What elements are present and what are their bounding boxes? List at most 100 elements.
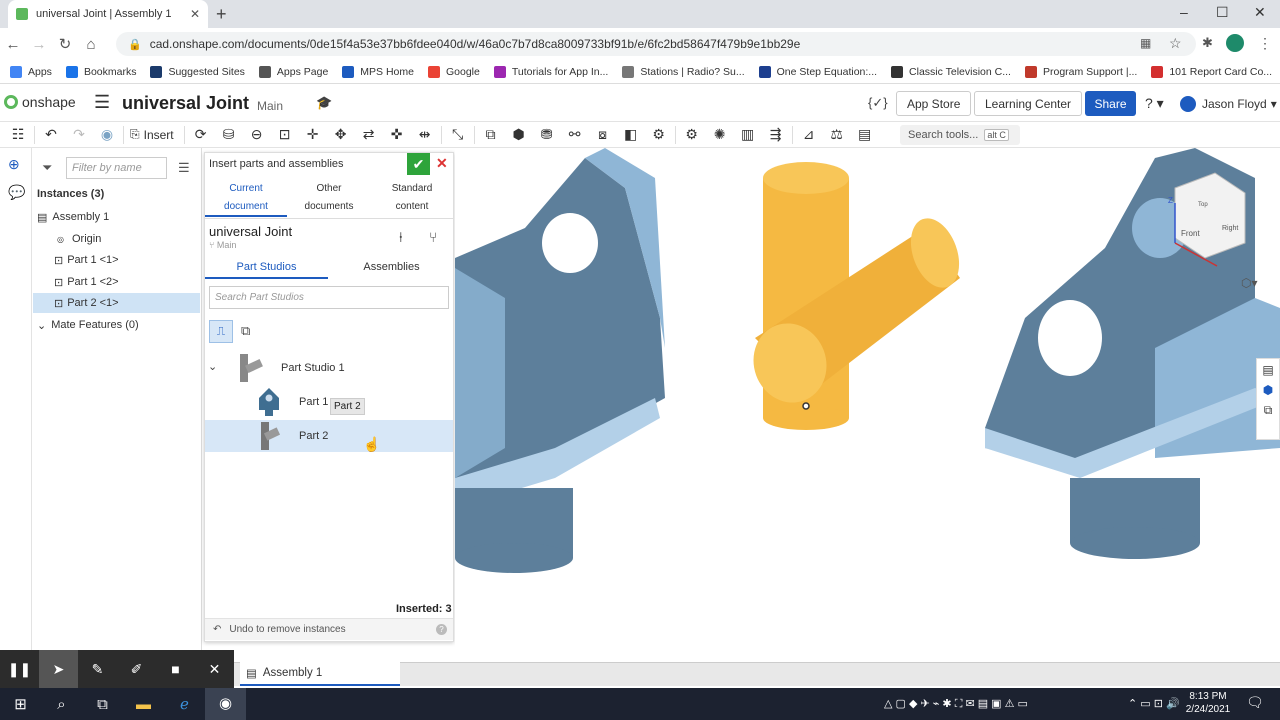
composite-view-icon[interactable]: ⧉ bbox=[241, 323, 250, 339]
tab-standard-content[interactable]: Standard content bbox=[371, 180, 453, 216]
tree-item-part1-2[interactable]: ⊡ Part 1 <2> bbox=[54, 275, 119, 289]
mate-connector-icon[interactable]: ⬢ bbox=[505, 126, 533, 143]
bookmark-item[interactable]: One Step Equation:... bbox=[758, 65, 877, 78]
insert-instance-icon[interactable]: ⊕ bbox=[8, 156, 20, 173]
comments-icon[interactable]: 💬 bbox=[8, 184, 25, 201]
insert-button[interactable]: ⎘ Insert bbox=[130, 127, 174, 142]
part-1-row[interactable]: Part 1 bbox=[205, 386, 453, 418]
profile-avatar[interactable] bbox=[1226, 34, 1244, 52]
planar-mate-icon[interactable]: ✜ bbox=[383, 126, 411, 143]
tab-other-documents[interactable]: Other documents bbox=[289, 180, 369, 216]
chrome-menu-icon[interactable]: ⋮ bbox=[1258, 35, 1272, 52]
appearance-icon[interactable]: ⬢ bbox=[1257, 383, 1279, 397]
explode-icon[interactable]: ⚙ bbox=[645, 126, 673, 143]
part-studio-row[interactable]: ⌄ Part Studio 1 bbox=[205, 352, 453, 384]
cylinder-tool-icon[interactable]: ⛁ bbox=[215, 126, 243, 143]
camera-icon[interactable]: ■ bbox=[156, 661, 195, 677]
search-icon[interactable]: ⌕ bbox=[41, 696, 82, 713]
taskbar-clock[interactable]: 8:13 PM 2/24/2021 bbox=[1183, 690, 1233, 716]
url-bar[interactable]: 🔒 cad.onshape.com/documents/0de15f4a53e3… bbox=[116, 32, 1196, 56]
filter-by-name-input[interactable]: Filter by name bbox=[66, 157, 167, 179]
share-button[interactable]: Share bbox=[1085, 91, 1136, 116]
mass-properties-icon[interactable]: ⚖ bbox=[823, 126, 851, 143]
tab-current-document[interactable]: Current document bbox=[205, 180, 287, 216]
tree-item-part2-1[interactable]: ⊡ Part 2 <1> bbox=[33, 293, 200, 313]
filter-icon[interactable]: ⏷ bbox=[42, 160, 52, 176]
measure-icon[interactable]: ⊿ bbox=[795, 126, 823, 143]
file-explorer-icon[interactable]: ▬ bbox=[123, 696, 164, 713]
bookmark-item[interactable]: Stations | Radio? Su... bbox=[622, 65, 745, 78]
variable-icon[interactable]: {✓} bbox=[868, 95, 888, 111]
highlighter-icon[interactable]: ✐ bbox=[117, 661, 156, 678]
linear-relation-icon[interactable]: ⇶ bbox=[762, 126, 790, 143]
cancel-x-button[interactable]: ✕ bbox=[436, 155, 448, 172]
help-icon[interactable]: ? ▾ bbox=[1145, 95, 1164, 112]
gear-relation-icon[interactable]: ⚙ bbox=[678, 126, 706, 143]
notifications-icon[interactable]: 🗨 bbox=[1246, 694, 1264, 711]
linear-pattern-icon[interactable]: ⚯ bbox=[561, 126, 589, 143]
close-window-icon[interactable]: ✕ bbox=[1254, 4, 1266, 21]
learning-center-button[interactable]: Learning Center bbox=[974, 91, 1083, 116]
pause-icon[interactable]: ❚❚ bbox=[0, 661, 39, 678]
app-store-button[interactable]: App Store bbox=[896, 91, 972, 116]
search-tools-input[interactable]: Search tools... alt C bbox=[900, 125, 1020, 145]
home-icon[interactable]: ⌂ bbox=[78, 36, 104, 53]
cylindrical-mate-icon[interactable]: ✥ bbox=[327, 126, 355, 143]
bookmark-item[interactable]: Classic Television C... bbox=[891, 65, 1011, 78]
tangent-mate-icon[interactable]: ⤡ bbox=[444, 126, 472, 143]
browser-tab[interactable]: universal Joint | Assembly 1 ✕ bbox=[8, 0, 208, 28]
part-2-row[interactable]: Part 2 ☝ bbox=[205, 420, 453, 452]
redo-icon[interactable]: ↷ bbox=[65, 126, 93, 143]
bookmark-item[interactable]: Apps Page bbox=[258, 65, 328, 78]
task-view-icon[interactable]: ⧉ bbox=[82, 696, 123, 713]
edge-icon[interactable]: ℯ bbox=[164, 695, 205, 713]
tree-item-assembly[interactable]: ▤ Assembly 1 bbox=[37, 210, 109, 224]
slider-mate-icon[interactable]: ✛ bbox=[299, 126, 327, 143]
properties-icon[interactable]: ▤ bbox=[1257, 363, 1279, 377]
close-draw-icon[interactable]: ✕ bbox=[195, 661, 234, 678]
undo-icon[interactable]: ↶ bbox=[37, 126, 65, 143]
interference-icon[interactable]: ▤ bbox=[851, 126, 879, 143]
tab-assemblies[interactable]: Assemblies bbox=[330, 261, 453, 273]
revolute-mate-icon[interactable]: ⊡ bbox=[271, 126, 299, 143]
part-2-instance[interactable] bbox=[742, 162, 967, 430]
document-title[interactable]: universal Joint bbox=[122, 93, 249, 114]
search-part-studios-input[interactable]: Search Part Studios bbox=[209, 286, 449, 309]
system-tray-icons[interactable]: △ ▢ ◆ ✈ ⌁ ✱ ⛶ ✉ ▤ ▣ ⚠ ▭ bbox=[884, 697, 1028, 711]
rack-pinion-icon[interactable]: ✺ bbox=[706, 126, 734, 143]
bookmark-item[interactable]: 101 Report Card Co... bbox=[1151, 65, 1272, 78]
tab-assembly-1[interactable]: ▤ Assembly 1 bbox=[240, 662, 400, 686]
revert-icon[interactable]: ◉ bbox=[93, 126, 121, 143]
back-icon[interactable]: ← bbox=[0, 36, 26, 53]
user-menu[interactable]: Jason Floyd ▾ bbox=[1180, 96, 1277, 112]
star-icon[interactable]: ☆ bbox=[1169, 35, 1182, 52]
bookmark-item[interactable]: Bookmarks bbox=[65, 65, 136, 78]
parallel-mate-icon[interactable]: ⇹ bbox=[411, 126, 439, 143]
onshape-logo[interactable]: onshape bbox=[4, 94, 76, 110]
features-list-icon[interactable]: ☷ bbox=[4, 126, 32, 143]
fastened-mate-icon[interactable]: ⊖ bbox=[243, 126, 271, 143]
bookmark-item[interactable]: Suggested Sites bbox=[150, 65, 245, 78]
hamburger-menu-icon[interactable]: ☰ bbox=[94, 92, 110, 113]
bookmark-item[interactable]: Tutorials for App In... bbox=[493, 65, 608, 78]
bookmark-item[interactable]: Google bbox=[427, 65, 480, 78]
close-tab-icon[interactable]: ✕ bbox=[190, 7, 200, 21]
minimize-icon[interactable]: – bbox=[1180, 4, 1188, 20]
chrome-icon[interactable]: ◉ bbox=[205, 688, 246, 720]
show-hidden-icons-icon[interactable]: ⌃ ▭ ⊡ 🔊 bbox=[1128, 697, 1180, 710]
section-view-icon[interactable]: ◧ bbox=[617, 126, 645, 143]
maximize-icon[interactable]: ☐ bbox=[1216, 4, 1229, 21]
tree-item-origin[interactable]: ◎ Origin bbox=[57, 232, 101, 246]
list-view-icon[interactable]: ☰ bbox=[178, 160, 190, 176]
qr-icon[interactable]: ▦ bbox=[1140, 36, 1151, 50]
3d-viewport[interactable]: Top Front Right Z bbox=[455, 148, 1280, 662]
reload-icon[interactable]: ↻ bbox=[52, 35, 78, 53]
mate-icon[interactable]: ⧉ bbox=[1257, 403, 1279, 418]
bookmark-item[interactable]: Apps bbox=[10, 65, 52, 78]
group-icon[interactable]: ⧉ bbox=[477, 126, 505, 143]
tree-item-mate-features[interactable]: ⌄ Mate Features (0) bbox=[37, 318, 139, 332]
undo-bar[interactable]: ↶ Undo to remove instances ? bbox=[205, 618, 453, 640]
view-options-icon[interactable]: ⬡▾ bbox=[1241, 276, 1258, 290]
bookmark-item[interactable]: MPS Home bbox=[342, 65, 414, 78]
pin-slot-mate-icon[interactable]: ⇄ bbox=[355, 126, 383, 143]
